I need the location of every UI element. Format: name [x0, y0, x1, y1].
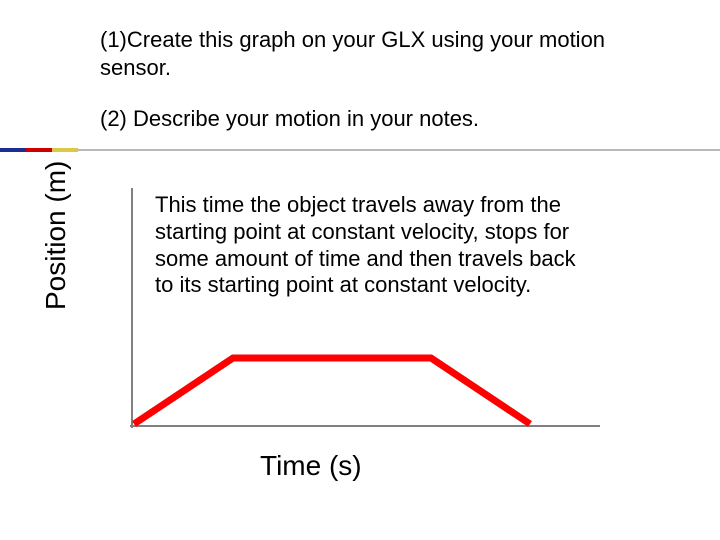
- data-line: [134, 358, 530, 424]
- accent-segment-yellow: [52, 148, 78, 152]
- x-axis-label: Time (s): [260, 450, 362, 482]
- accent-rule: [0, 148, 720, 152]
- accent-segment-blue: [0, 148, 26, 152]
- instruction-1: (1)Create this graph on your GLX using y…: [100, 26, 640, 81]
- slide: (1)Create this graph on your GLX using y…: [0, 0, 720, 540]
- motion-description: This time the object travels away from t…: [155, 192, 595, 299]
- title-block: (1)Create this graph on your GLX using y…: [100, 26, 640, 133]
- y-axis-label: Position (m): [40, 161, 72, 310]
- accent-segment-gray: [78, 149, 720, 151]
- instruction-2: (2) Describe your motion in your notes.: [100, 105, 640, 133]
- accent-segment-red: [26, 148, 52, 152]
